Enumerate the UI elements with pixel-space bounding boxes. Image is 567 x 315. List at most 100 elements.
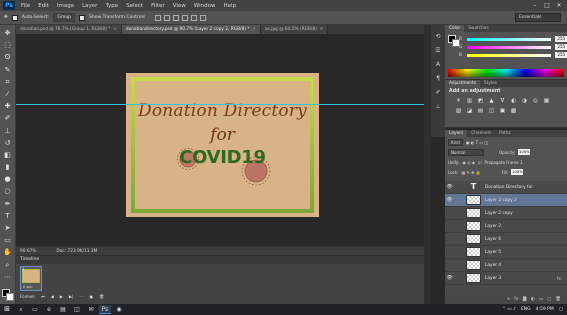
levels-icon[interactable]: ▥ xyxy=(466,98,473,105)
crop-tool-icon[interactable]: ⌗ xyxy=(3,78,12,87)
posterize-icon[interactable]: ◫ xyxy=(488,108,495,115)
kind-filter-dropdown[interactable]: Kind xyxy=(448,138,463,146)
tab-adjustments[interactable]: Adjustments xyxy=(445,80,480,87)
hue-saturation-icon[interactable]: ◐ xyxy=(510,98,517,105)
layer-row[interactable]: Layer 4 xyxy=(445,259,567,272)
start-button[interactable]: ⊞ xyxy=(0,304,14,315)
file-explorer-icon[interactable]: ▤ xyxy=(57,305,69,314)
tab-color[interactable]: Color xyxy=(445,25,465,32)
healing-tool-icon[interactable]: ✚ xyxy=(3,102,12,111)
threshold-icon[interactable]: ▣ xyxy=(499,108,506,115)
close-tab-icon[interactable]: ✕ xyxy=(252,27,256,32)
brush-tool-icon[interactable]: ✐ xyxy=(3,114,12,123)
character-icon[interactable]: A xyxy=(434,61,442,69)
menu-layer[interactable]: Layer xyxy=(78,3,101,9)
slider-g[interactable]: G 255 xyxy=(445,43,567,51)
unify-icons[interactable]: ◉ ◎ ◈ xyxy=(462,160,475,165)
maximize-button[interactable]: □ xyxy=(541,0,553,11)
tab-layers[interactable]: Layers xyxy=(445,130,468,137)
zoom-tool-icon[interactable]: ⌕ xyxy=(3,261,12,270)
zoom-level[interactable]: 90.67% xyxy=(20,249,36,254)
layer-row[interactable]: 👁 Layer 2 copy 2 xyxy=(445,194,567,207)
curves-icon[interactable]: ◩ xyxy=(477,98,484,105)
edge-icon[interactable]: e xyxy=(43,305,55,314)
pen-tool-icon[interactable]: ✒ xyxy=(3,200,12,209)
align-center-icon[interactable] xyxy=(191,14,198,21)
opacity-value[interactable]: 100% xyxy=(518,149,531,155)
history-icon[interactable]: ⟲ xyxy=(434,33,442,41)
layer-row[interactable]: 👁 Layer 3 fx xyxy=(445,272,567,285)
mail-icon[interactable]: ✉ xyxy=(85,305,97,314)
align-top-icon[interactable] xyxy=(155,14,162,21)
minimize-button[interactable]: – xyxy=(529,0,541,11)
link-layers-icon[interactable]: ∞ xyxy=(506,296,510,304)
shape-tool-icon[interactable]: ▭ xyxy=(3,236,12,245)
lock-icons[interactable]: ▦ ✎ ✥ 🔒 xyxy=(461,170,480,175)
slider-r-value[interactable]: 255 xyxy=(555,36,567,42)
exposure-icon[interactable]: ▲ xyxy=(488,98,495,105)
gradient-map-icon[interactable]: ▩ xyxy=(510,108,517,115)
path-select-tool-icon[interactable]: ➤ xyxy=(3,224,12,233)
new-layer-icon[interactable]: ▢ xyxy=(547,296,551,304)
photoshop-taskbar-icon[interactable]: Ps xyxy=(99,305,111,314)
close-tab-icon[interactable]: ✕ xyxy=(113,27,117,32)
hand-tool-icon[interactable]: ✋ xyxy=(3,248,12,257)
dodge-tool-icon[interactable]: ○ xyxy=(3,187,12,196)
loop-dropdown[interactable]: Forever xyxy=(20,294,35,299)
task-view-icon[interactable]: ▭ xyxy=(29,305,41,314)
first-frame-icon[interactable]: ⏮ xyxy=(41,294,45,299)
blend-mode-dropdown[interactable]: Normal xyxy=(448,148,484,156)
brightness-icon[interactable]: ☀ xyxy=(455,98,462,105)
menu-image[interactable]: Image xyxy=(53,3,78,9)
add-mask-icon[interactable]: ◙ xyxy=(522,296,526,304)
eraser-tool-icon[interactable]: ◧ xyxy=(3,151,12,160)
slider-b[interactable]: B 255 xyxy=(445,51,567,59)
tab-donationdirectory[interactable]: donationdirectory.psd @ 90.7% (Layer 2 c… xyxy=(121,25,262,34)
close-button[interactable]: ✕ xyxy=(553,0,565,11)
tab-donation[interactable]: donation.psd @ 76.7% (Group 1, RGB/8) * ✕ xyxy=(16,25,122,34)
slider-g-value[interactable]: 255 xyxy=(555,44,567,50)
layer-row[interactable]: Layer 2 copy xyxy=(445,207,567,220)
add-style-icon[interactable]: fx xyxy=(514,296,518,304)
frame-duration[interactable]: 0 sec. xyxy=(23,285,33,289)
filter-icons[interactable]: ▣ ◐ T ▭ ◫ xyxy=(466,140,488,145)
menu-window[interactable]: Window xyxy=(190,3,220,9)
layer-row[interactable]: 👁 T Donation Directory for xyxy=(445,181,567,194)
channel-mixer-icon[interactable]: ▧ xyxy=(455,108,462,115)
next-frame-icon[interactable]: ▶| xyxy=(69,294,73,299)
close-tab-icon[interactable]: ✕ xyxy=(320,27,324,32)
align-bottom-icon[interactable] xyxy=(173,14,180,21)
brush-panel-icon[interactable]: ✐ xyxy=(434,89,442,97)
marquee-tool-icon[interactable]: ⬚ xyxy=(3,41,12,50)
color-balance-icon[interactable]: ◑ xyxy=(521,98,528,105)
blur-tool-icon[interactable]: ● xyxy=(3,175,12,184)
gradient-tool-icon[interactable]: ▮ xyxy=(3,163,12,172)
eyedropper-tool-icon[interactable]: ⁄ xyxy=(3,90,12,99)
layer-row[interactable]: Layer 2 xyxy=(445,220,567,233)
visibility-eye-icon[interactable]: 👁 xyxy=(445,197,454,203)
tab-channels[interactable]: Channels xyxy=(467,130,495,137)
menu-type[interactable]: Type xyxy=(101,3,122,9)
slider-b-value[interactable]: 255 xyxy=(555,52,567,58)
menu-edit[interactable]: Edit xyxy=(34,3,53,9)
color-spectrum[interactable] xyxy=(448,69,564,77)
play-icon[interactable]: ▶ xyxy=(60,294,63,299)
lasso-tool-icon[interactable]: ʘ xyxy=(3,53,12,62)
duplicate-frame-icon[interactable]: ▣ xyxy=(89,294,93,299)
align-left-icon[interactable] xyxy=(182,14,189,21)
propagate-checkbox[interactable]: ☑ xyxy=(478,160,482,165)
black-white-icon[interactable]: ◎ xyxy=(532,98,539,105)
auto-select-checkbox[interactable] xyxy=(11,14,18,21)
search-icon[interactable]: ⌕ xyxy=(15,305,27,314)
invert-icon[interactable]: ▤ xyxy=(477,108,484,115)
auto-select-dropdown[interactable]: Group xyxy=(53,13,76,22)
move-tool-icon[interactable]: ✥ xyxy=(3,29,12,38)
history-brush-icon[interactable]: ↺ xyxy=(3,139,12,148)
photo-filter-icon[interactable]: ▦ xyxy=(543,98,550,105)
menu-view[interactable]: View xyxy=(169,3,190,9)
clone-source-icon[interactable]: ⊥ xyxy=(434,103,442,111)
menu-help[interactable]: Help xyxy=(219,3,240,9)
align-middle-icon[interactable] xyxy=(164,14,171,21)
visibility-eye-icon[interactable]: 👁 xyxy=(445,275,454,281)
properties-icon[interactable]: ☰ xyxy=(434,47,442,55)
